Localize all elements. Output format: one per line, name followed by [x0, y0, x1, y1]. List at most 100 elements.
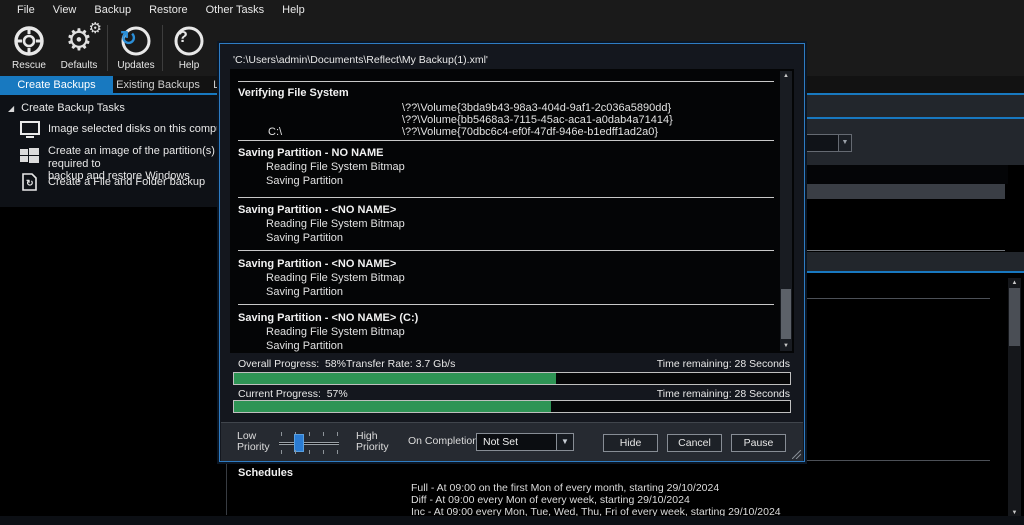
dialog-title-path: 'C:\Users\admin\Documents\Reflect\My Bac…	[233, 54, 488, 66]
current-progress-label: Current Progress: 57%	[238, 388, 348, 400]
cancel-button[interactable]: Cancel	[667, 434, 722, 452]
windows-logo-icon	[20, 147, 42, 165]
log-section-header: Saving Partition - <NO NAME>	[238, 204, 396, 216]
defaults-button[interactable]: ⚙ ⚙ Defaults	[55, 23, 103, 75]
resize-grip[interactable]	[792, 450, 801, 459]
app-window: File View Backup Restore Other Tasks Hel…	[0, 0, 1024, 525]
toolbar-separator	[162, 25, 163, 71]
scrollbar-thumb[interactable]	[781, 289, 791, 339]
chevron-down-icon: ▼	[556, 434, 573, 450]
slider-tick	[281, 450, 282, 454]
background-divider	[806, 250, 1005, 251]
dialog-controls-strip: Low Priority High Priority On Completion…	[221, 422, 803, 461]
monitor-icon	[20, 121, 42, 139]
slider-tick	[337, 432, 338, 436]
priority-slider-track[interactable]	[279, 442, 339, 445]
refresh-icon: ↻	[112, 23, 160, 59]
background-scrollbar[interactable]: ▲ ▼	[1008, 278, 1021, 518]
scroll-up-icon[interactable]: ▲	[1008, 278, 1021, 288]
log-separator	[238, 250, 774, 251]
background-row-selected[interactable]	[805, 184, 1005, 199]
background-panel	[805, 252, 1024, 271]
toolbar-button-label: Help	[165, 60, 213, 71]
toolbar-separator	[107, 25, 108, 71]
menu-backup[interactable]: Backup	[85, 1, 140, 19]
menu-file[interactable]: File	[8, 1, 44, 19]
sidebar-group-label: Create Backup Tasks	[21, 102, 125, 114]
sidebar-group-header[interactable]: ◢ Create Backup Tasks	[8, 102, 125, 114]
backup-log-area: Verifying File System \??\Volume{3bda9b4…	[230, 69, 794, 353]
current-progress-value: 57%	[327, 388, 348, 400]
bottom-strip	[0, 516, 1024, 525]
scroll-up-icon[interactable]: ▲	[780, 71, 792, 81]
pause-button[interactable]: Pause	[731, 434, 786, 452]
log-line: Saving Partition	[266, 286, 343, 298]
sidebar-item-file-folder-backup[interactable]: Create a File and Folder backup	[48, 176, 219, 189]
menu-other-tasks[interactable]: Other Tasks	[197, 1, 274, 19]
menu-restore[interactable]: Restore	[140, 1, 197, 19]
question-icon: ?	[165, 23, 213, 59]
tab-create-backups[interactable]: Create Backups	[0, 76, 113, 93]
log-line: Reading File System Bitmap	[266, 326, 405, 338]
low-priority-label: Low Priority	[237, 431, 270, 453]
scrollbar-thumb[interactable]	[1009, 288, 1020, 346]
scroll-down-icon[interactable]: ▼	[780, 341, 792, 351]
schedules-pane: Schedules Full - At 09:00 on the first M…	[226, 462, 1008, 515]
hide-button[interactable]: Hide	[603, 434, 658, 452]
sidebar-item-image-disks[interactable]: Image selected disks on this computer	[48, 123, 219, 136]
updates-button[interactable]: ↻ Updates	[112, 23, 160, 75]
slider-tick	[295, 450, 296, 454]
log-separator	[238, 197, 774, 198]
background-combobox[interactable]: ▼	[806, 134, 852, 152]
schedules-header: Schedules	[238, 467, 293, 479]
help-button[interactable]: ? Help	[165, 23, 213, 75]
overall-time-remaining: Time remaining: 28 Seconds	[657, 358, 790, 370]
file-backup-icon: ↻	[22, 173, 44, 191]
chevron-down-icon: ▼	[838, 135, 851, 151]
transfer-rate-label: Transfer Rate: 3.7 Gb/s	[346, 358, 455, 370]
background-row	[805, 165, 1008, 184]
on-completion-value: Not Set	[483, 436, 518, 448]
slider-tick	[337, 450, 338, 454]
log-section-header: Saving Partition - <NO NAME> (C:)	[238, 312, 418, 324]
volume-guid: \??\Volume{70dbc6c4-ef0f-47df-946e-b1edf…	[402, 126, 658, 138]
slider-tick	[323, 450, 324, 454]
log-section-header: Verifying File System	[238, 87, 349, 99]
lifebuoy-icon	[5, 23, 53, 59]
background-divider	[805, 271, 1024, 273]
slider-tick	[309, 432, 310, 436]
volume-guid: \??\Volume{3bda9b43-98a3-404d-9af1-2c036…	[402, 102, 671, 114]
log-line: Saving Partition	[266, 232, 343, 244]
toolbar-button-label: Rescue	[5, 60, 53, 71]
log-scrollbar[interactable]: ▲ ▼	[780, 71, 792, 351]
rescue-button[interactable]: Rescue	[5, 23, 53, 75]
volume-guid: \??\Volume{bb5468a3-7115-45ac-aca1-a0dab…	[402, 114, 673, 126]
menu-view[interactable]: View	[44, 1, 86, 19]
svg-text:↻: ↻	[26, 178, 34, 188]
log-line: Reading File System Bitmap	[266, 272, 405, 284]
log-line: Reading File System Bitmap	[266, 218, 405, 230]
gear-icon: ⚙ ⚙	[55, 23, 103, 59]
on-completion-label: On Completion	[408, 436, 478, 447]
expander-triangle-icon: ◢	[8, 104, 14, 113]
overall-progress-value: 58%	[325, 358, 346, 370]
high-priority-label: High Priority	[356, 431, 389, 453]
volume-mount: C:\	[268, 126, 282, 138]
menu-help[interactable]: Help	[273, 1, 314, 19]
log-section-header: Saving Partition - NO NAME	[238, 147, 383, 159]
toolbar-button-label: Updates	[112, 60, 160, 71]
log-separator	[238, 304, 774, 305]
current-time-remaining: Time remaining: 28 Seconds	[657, 388, 790, 400]
schedule-full: Full - At 09:00 on the first Mon of ever…	[411, 482, 719, 494]
log-line: Saving Partition	[266, 340, 343, 352]
log-separator	[238, 140, 774, 141]
background-panel	[805, 95, 1024, 117]
overall-progress-fill	[234, 373, 556, 384]
slider-tick	[323, 432, 324, 436]
schedule-diff: Diff - At 09:00 every Mon of every week,…	[411, 494, 690, 506]
current-progress-bar	[233, 400, 791, 413]
slider-tick	[309, 450, 310, 454]
on-completion-select[interactable]: Not Set ▼	[476, 433, 574, 451]
slider-tick	[281, 432, 282, 436]
tab-existing-backups[interactable]: Existing Backups	[113, 76, 203, 93]
